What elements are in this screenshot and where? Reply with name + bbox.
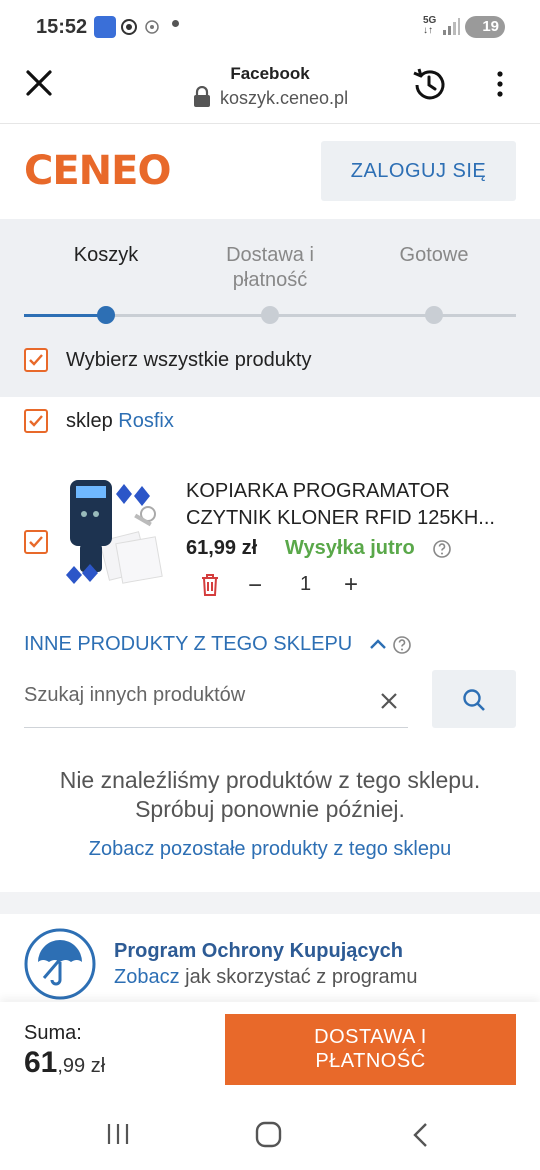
checkout-steps: Koszyk Dostawa i płatność Gotowe Wybierz… <box>0 219 540 397</box>
search-icon <box>463 689 485 711</box>
dot-icon <box>172 20 179 27</box>
trash-icon[interactable] <box>199 573 221 597</box>
see-other-products-link[interactable]: Zobacz pozostałe produkty z tego sklepu <box>0 838 540 861</box>
circle-icon <box>121 19 137 35</box>
login-button[interactable]: ZALOGUJ SIĘ <box>321 141 516 201</box>
shop-prefix: sklep <box>66 410 113 432</box>
check-icon <box>29 354 43 366</box>
product-title[interactable]: KOPIARKA PROGRAMATOR CZYTNIK KLONER RFID… <box>186 478 495 532</box>
protection-desc-text: jak skorzystać z programu <box>185 966 418 988</box>
system-nav-bar <box>0 1098 540 1170</box>
other-products-toggle[interactable]: INNE PRODUKTY Z TEGO SKLEPU <box>24 633 352 656</box>
select-all-label: Wybierz wszystkie produkty <box>66 349 312 371</box>
step-done: Gotowe <box>399 244 469 266</box>
empty-line1: Nie znaleźliśmy produktów z tego sklepu. <box>59 767 481 793</box>
product-image[interactable] <box>64 474 176 586</box>
help-icon[interactable] <box>392 635 412 655</box>
network-type: 5G ↓↑ <box>423 15 437 36</box>
browser-toolbar: Facebook koszyk.ceneo.pl <box>0 56 540 124</box>
progress-track-active <box>24 314 106 317</box>
history-icon[interactable] <box>410 66 448 104</box>
quantity-increase-button[interactable]: + <box>344 571 358 599</box>
checkout-bar: Suma: 61,99 zł DOSTAWA I PŁATNOŚĆ <box>0 1002 540 1098</box>
sum-fraction: ,99 zł <box>57 1055 106 1077</box>
shop-checkbox[interactable] <box>24 409 48 433</box>
protection-desc: Zobacz jak skorzystać z programu <box>114 966 417 989</box>
sum-label: Suma: <box>24 1022 82 1044</box>
back-icon[interactable] <box>410 1122 430 1148</box>
step-dot-done <box>425 306 443 324</box>
select-all-checkbox[interactable] <box>24 348 48 372</box>
search-button[interactable] <box>432 670 516 728</box>
site-header: CENEO ZALOGUJ SIĘ <box>0 124 540 219</box>
product-checkbox[interactable] <box>24 530 48 554</box>
battery-icon: 19 <box>465 16 505 38</box>
eye-icon <box>145 20 159 34</box>
section-divider <box>0 892 540 914</box>
tab-title: Facebook <box>230 64 310 83</box>
chevron-up-icon[interactable] <box>368 636 388 652</box>
search-other-products-field[interactable]: Szukaj innych produktów <box>24 670 408 728</box>
product-title-line1: KOPIARKA PROGRAMATOR <box>186 480 450 502</box>
clear-icon[interactable] <box>379 691 399 711</box>
protection-link[interactable]: Zobacz <box>114 966 180 988</box>
recents-icon[interactable] <box>105 1122 131 1146</box>
lock-icon <box>194 86 210 107</box>
step-dot-cart <box>97 306 115 324</box>
shipping-info: Wysyłka jutro <box>285 537 415 559</box>
empty-line2: Spróbuj ponownie później. <box>135 796 405 822</box>
next-line2: PŁATNOŚĆ <box>315 1050 426 1072</box>
empty-message: Nie znaleźliśmy produktów z tego sklepu.… <box>0 766 540 824</box>
umbrella-icon <box>24 928 96 1000</box>
sum-value: 61,99 zł <box>24 1046 105 1080</box>
quantity-value: 1 <box>300 573 312 595</box>
clock: 15:52 <box>36 16 88 38</box>
delivery-payment-button[interactable]: DOSTAWA I PŁATNOŚĆ <box>225 1014 516 1085</box>
search-placeholder: Szukaj innych produktów <box>24 684 246 706</box>
check-icon <box>29 536 43 548</box>
help-icon[interactable] <box>432 539 452 559</box>
product-price: 61,99 zł <box>186 537 258 559</box>
app-icon <box>94 16 116 38</box>
next-line1: DOSTAWA I <box>314 1026 427 1048</box>
step-delivery: Dostawa i płatność <box>226 244 314 291</box>
product-title-line2: CZYTNIK KLONER RFID 125KH... <box>186 507 495 529</box>
check-icon <box>29 415 43 427</box>
step-dot-delivery <box>261 306 279 324</box>
signal-icon <box>443 18 460 35</box>
status-bar: 15:52 5G ↓↑ 19 <box>0 0 540 56</box>
quantity-decrease-button[interactable]: − <box>248 572 262 600</box>
shop-line: sklep Rosfix <box>66 410 174 433</box>
sum-integer: 61 <box>24 1046 58 1079</box>
shop-name-link[interactable]: Rosfix <box>118 410 174 432</box>
home-icon[interactable] <box>255 1121 283 1149</box>
protection-title: Program Ochrony Kupujących <box>114 940 403 962</box>
ceneo-logo[interactable]: CENEO <box>24 148 171 194</box>
step-cart: Koszyk <box>73 244 139 266</box>
more-vert-icon[interactable] <box>490 68 510 100</box>
url-text[interactable]: koszyk.ceneo.pl <box>220 88 348 109</box>
